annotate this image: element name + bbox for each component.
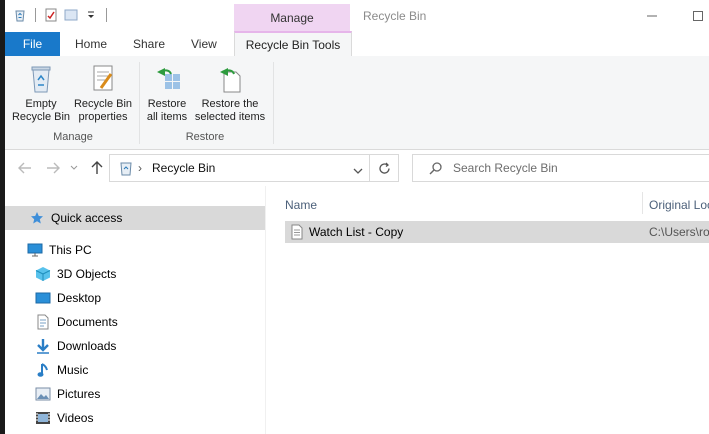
title-bar: Manage Recycle Bin — [5, 0, 709, 32]
tab-home[interactable]: Home — [65, 32, 117, 56]
nav-item-label: Documents — [57, 315, 118, 329]
restore-all-items-label: Restore all items — [146, 98, 188, 123]
group-divider — [139, 62, 140, 144]
restore-group-label: Restore — [185, 131, 225, 143]
download-icon — [35, 338, 51, 354]
empty-recycle-bin-icon — [25, 62, 57, 94]
properties-icon — [87, 62, 119, 94]
chevron-down-icon — [70, 165, 78, 170]
search-icon — [429, 161, 443, 178]
star-icon — [29, 210, 45, 226]
customize-toolbar-chevron-icon[interactable] — [84, 8, 98, 22]
desktop-icon — [35, 290, 51, 306]
manage-group-label: Manage — [53, 131, 93, 143]
nav-item-desktop[interactable]: Desktop — [5, 286, 265, 310]
nav-item-3d-objects[interactable]: 3D Objects — [5, 262, 265, 286]
refresh-icon — [378, 162, 390, 174]
explorer-window: Manage Recycle Bin File Home Share View … — [5, 0, 709, 434]
tab-file[interactable]: File — [5, 32, 60, 56]
nav-item-music[interactable]: Music — [5, 358, 265, 382]
nav-item-label: Desktop — [57, 291, 102, 305]
ribbon-tab-row: File Home Share View Recycle Bin Tools — [5, 31, 709, 57]
recycle-bin-icon — [118, 160, 134, 179]
music-icon — [35, 362, 51, 378]
breadcrumb-recycle-bin[interactable]: Recycle Bin — [152, 155, 215, 181]
nav-item-label: Videos — [57, 411, 94, 425]
video-icon — [35, 410, 51, 426]
nav-item-quick-access[interactable]: Quick access — [5, 206, 265, 230]
nav-item-pictures[interactable]: Pictures — [5, 382, 265, 406]
recycle-bin-properties-label: Recycle Bin properties — [73, 98, 133, 123]
properties-icon[interactable] — [44, 8, 58, 22]
cube-icon — [35, 266, 51, 282]
computer-icon — [27, 242, 43, 258]
nav-item-videos[interactable]: Videos — [5, 406, 265, 430]
empty-recycle-bin-label: Empty Recycle Bin — [11, 98, 71, 123]
pictures-icon — [35, 386, 51, 402]
minimize-icon — [647, 15, 657, 17]
text-file-icon — [291, 224, 303, 243]
nav-item-this-pc[interactable]: This PC — [5, 238, 265, 262]
search-placeholder: Search Recycle Bin — [453, 161, 558, 175]
tab-recycle-bin-tools[interactable]: Recycle Bin Tools — [234, 31, 352, 57]
tab-view[interactable]: View — [181, 32, 227, 56]
table-row[interactable]: Watch List - Copy C:\Users\ro — [285, 221, 709, 243]
empty-recycle-bin-button[interactable]: Empty Recycle Bin — [11, 62, 71, 124]
pane-divider[interactable] — [265, 186, 266, 434]
nav-item-label: This PC — [49, 243, 92, 257]
nav-item-label: 3D Objects — [57, 267, 117, 281]
maximize-icon — [693, 11, 703, 21]
document-icon — [35, 314, 51, 330]
refresh-button[interactable] — [369, 154, 399, 182]
up-arrow-icon — [91, 161, 103, 174]
address-row: › Recycle Bin Search Recycle Bin — [5, 150, 709, 186]
column-header-name[interactable]: Name — [285, 194, 317, 216]
window-title: Recycle Bin — [363, 9, 427, 23]
restore-all-icon — [151, 62, 183, 94]
restore-selected-icon — [214, 62, 246, 94]
recent-locations-button[interactable] — [67, 158, 81, 178]
column-header-original-location[interactable]: Original Loc — [649, 194, 709, 216]
group-divider — [273, 62, 274, 144]
toolbar-divider — [106, 8, 107, 22]
file-name: Watch List - Copy — [309, 225, 404, 239]
address-bar[interactable]: › Recycle Bin — [109, 154, 370, 182]
new-folder-icon[interactable] — [64, 8, 78, 22]
nav-item-label: Music — [57, 363, 89, 377]
forward-button[interactable] — [43, 158, 63, 178]
up-button[interactable] — [87, 158, 107, 178]
restore-all-items-button[interactable]: Restore all items — [143, 62, 191, 124]
restore-selected-items-label: Restore the selected items — [194, 98, 266, 123]
nav-item-label: Pictures — [57, 387, 101, 401]
column-resize-handle[interactable] — [642, 192, 643, 214]
toolbar-divider — [35, 8, 36, 22]
navigation-pane: Quick access This PC 3D Objects Desktop … — [5, 186, 265, 434]
address-dropdown-icon[interactable] — [353, 164, 363, 178]
back-arrow-icon — [18, 162, 31, 174]
recycle-bin-properties-button[interactable]: Recycle Bin properties — [71, 62, 135, 124]
minimize-button[interactable] — [629, 0, 675, 32]
nav-item-label: Quick access — [51, 211, 123, 225]
nav-item-label: Downloads — [57, 339, 117, 353]
file-original-location: C:\Users\ro — [649, 225, 709, 239]
recycle-bin-icon[interactable] — [13, 8, 27, 22]
maximize-button[interactable] — [675, 0, 709, 32]
quick-access-toolbar — [13, 8, 109, 22]
back-button[interactable] — [15, 158, 35, 178]
manage-context-header: Manage — [234, 4, 350, 32]
restore-selected-items-button[interactable]: Restore the selected items — [193, 62, 267, 124]
forward-arrow-icon — [47, 162, 60, 174]
ribbon: Empty Recycle Bin Recycle Bin properties… — [5, 56, 709, 150]
search-box[interactable]: Search Recycle Bin — [412, 154, 709, 182]
nav-item-downloads[interactable]: Downloads — [5, 334, 265, 358]
file-list: Name Original Loc Watch List - Copy C:\U… — [267, 186, 709, 434]
tab-share[interactable]: Share — [123, 32, 175, 56]
breadcrumb-separator-icon: › — [138, 161, 142, 175]
nav-item-documents[interactable]: Documents — [5, 310, 265, 334]
